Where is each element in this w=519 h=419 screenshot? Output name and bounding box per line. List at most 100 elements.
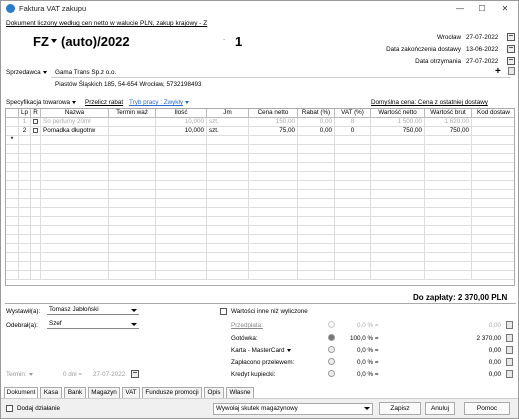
empty-cell[interactable] [19,199,31,208]
empty-cell[interactable] [19,172,31,181]
empty-cell[interactable] [31,235,41,244]
col-header-net[interactable]: Wartość netto [371,109,425,118]
empty-cell[interactable] [6,163,19,172]
empty-cell[interactable] [335,172,371,181]
empty-cell[interactable] [249,244,298,253]
empty-cell[interactable] [207,181,249,190]
empty-cell[interactable] [298,154,335,163]
empty-cell[interactable] [335,226,371,235]
col-header-r[interactable]: R [31,109,41,118]
empty-cell[interactable] [249,181,298,190]
empty-cell[interactable] [207,172,249,181]
col-header-qty[interactable]: Ilość [156,109,207,118]
calculator-icon[interactable] [506,346,513,354]
empty-cell[interactable] [425,145,472,154]
empty-cell[interactable] [249,145,298,154]
cell-term[interactable] [109,118,156,127]
empty-cell[interactable] [156,208,207,217]
help-button[interactable]: Pomoc [464,402,510,415]
empty-cell[interactable] [371,163,425,172]
empty-cell[interactable] [425,271,472,280]
seller-label[interactable]: Sprzedawca [6,69,47,76]
calendar-icon[interactable] [507,33,515,41]
empty-cell[interactable] [425,208,472,217]
row-selector[interactable] [6,118,19,127]
calculator-icon[interactable] [506,321,513,329]
cell-code[interactable] [472,127,514,136]
empty-cell[interactable] [156,154,207,163]
credit-amount[interactable]: 0,00 [441,371,501,378]
empty-cell[interactable] [298,190,335,199]
empty-cell[interactable] [109,271,156,280]
empty-cell[interactable] [371,271,425,280]
empty-cell[interactable] [371,172,425,181]
empty-cell[interactable] [109,262,156,271]
cell-code[interactable] [472,118,514,127]
empty-cell[interactable] [19,262,31,271]
empty-cell[interactable] [335,262,371,271]
document-description-link[interactable]: Dokument liczony według cen netto w walu… [6,20,207,27]
maximize-button[interactable]: ☐ [475,3,489,15]
empty-cell[interactable] [249,217,298,226]
empty-cell[interactable] [371,217,425,226]
empty-cell[interactable] [335,199,371,208]
empty-cell[interactable] [207,145,249,154]
tab-bank[interactable]: Bank [64,387,86,398]
empty-cell[interactable] [31,253,41,262]
empty-cell[interactable] [109,190,156,199]
empty-cell[interactable] [19,190,31,199]
empty-cell[interactable] [156,163,207,172]
calculator-icon[interactable] [506,358,513,366]
empty-cell[interactable] [472,244,514,253]
empty-cell[interactable] [31,172,41,181]
tab-description[interactable]: Opis [204,387,224,398]
empty-cell[interactable] [472,136,514,145]
calendar-icon[interactable] [131,370,139,378]
other-values-checkbox[interactable] [220,308,227,315]
cell-qty[interactable]: 10,000 [156,118,207,127]
empty-cell[interactable] [472,253,514,262]
empty-cell[interactable] [335,208,371,217]
transfer-percent[interactable]: 0,0 % = [357,359,379,366]
tab-custom[interactable]: Własne [226,387,254,398]
col-header-discount[interactable]: Rabat (%) [298,109,335,118]
card-percent[interactable]: 0,0 % = [357,347,379,354]
empty-cell[interactable] [41,136,109,145]
cell-unit[interactable]: szt. [207,118,249,127]
empty-cell[interactable] [425,154,472,163]
warehouse-effect-dropdown[interactable]: Wywołaj skutek magazynowy [213,403,373,415]
empty-cell[interactable] [6,172,19,181]
empty-cell[interactable] [335,244,371,253]
empty-cell[interactable] [472,271,514,280]
empty-cell[interactable] [335,136,371,145]
empty-cell[interactable] [425,226,472,235]
add-action-checkbox[interactable] [6,405,13,412]
series-selector[interactable]: FZ [33,34,49,49]
empty-cell[interactable] [109,136,156,145]
empty-cell[interactable] [19,163,31,172]
empty-cell[interactable] [156,181,207,190]
calculator-icon[interactable] [506,370,513,378]
empty-cell[interactable] [207,199,249,208]
save-button[interactable]: Zapisz [379,402,421,415]
empty-cell[interactable] [207,244,249,253]
empty-cell[interactable] [472,226,514,235]
empty-cell[interactable] [425,199,472,208]
empty-cell[interactable] [156,199,207,208]
empty-cell[interactable] [207,271,249,280]
col-header-lp[interactable]: Lp [19,109,31,118]
empty-cell[interactable] [156,262,207,271]
empty-cell[interactable] [6,253,19,262]
empty-cell[interactable] [6,217,19,226]
empty-cell[interactable] [19,181,31,190]
empty-cell[interactable] [298,235,335,244]
empty-cell[interactable] [371,262,425,271]
col-header-term[interactable]: Termin waż [109,109,156,118]
row-selector[interactable] [6,127,19,136]
empty-cell[interactable] [109,244,156,253]
empty-cell[interactable] [41,244,109,253]
cell-net[interactable]: 750,00 [371,127,425,136]
empty-cell[interactable] [41,154,109,163]
empty-cell[interactable] [298,181,335,190]
empty-cell[interactable] [207,253,249,262]
